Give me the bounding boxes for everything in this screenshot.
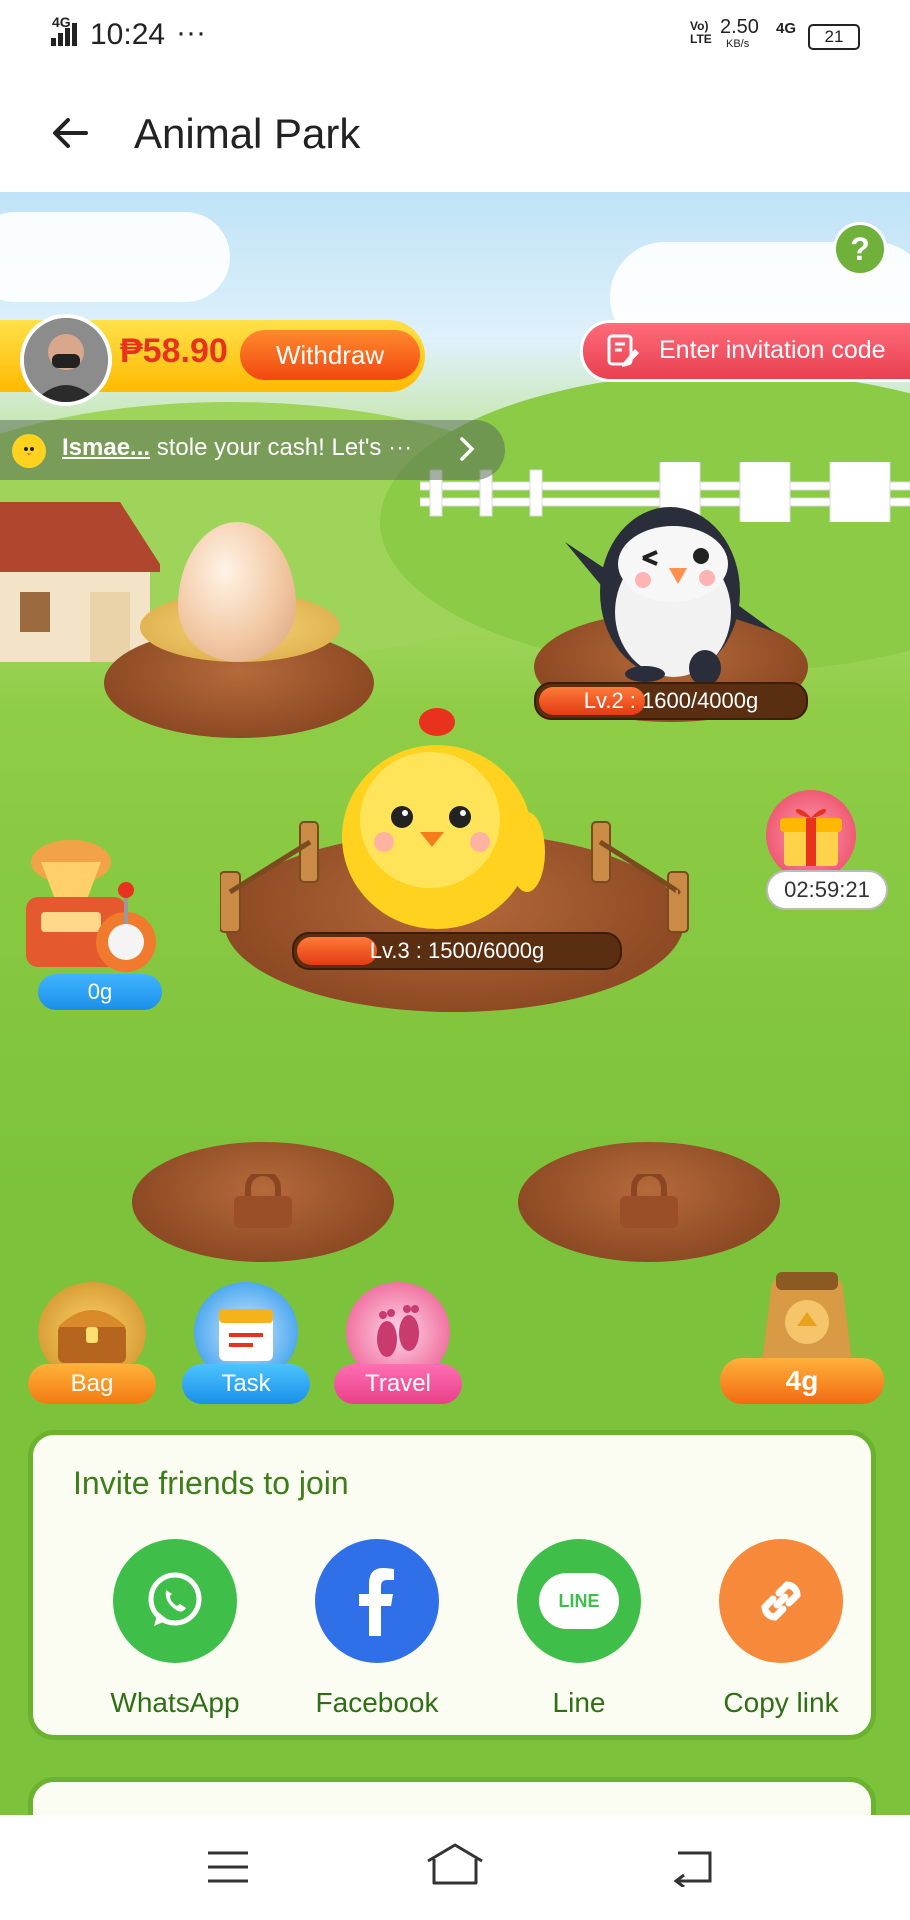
more-indicator: ··· — [176, 16, 206, 49]
game-scene: ? ₱58.90 Withdraw Enter invitation code … — [0, 192, 910, 1815]
feeder-amount: 0g — [38, 974, 162, 1010]
network-speed-unit: KB/s — [726, 38, 750, 50]
gift-timer: 02:59:21 — [766, 870, 888, 910]
notice-user-link[interactable]: Ismae... — [62, 434, 150, 461]
back-nav-icon[interactable] — [670, 1847, 716, 1892]
feeder-machine-icon[interactable] — [26, 832, 162, 987]
feed-bag-button[interactable]: 4g — [720, 1262, 886, 1404]
next-card-partial — [28, 1777, 876, 1815]
travel-button[interactable]: Travel — [334, 1282, 464, 1404]
locked-plot[interactable] — [518, 1142, 780, 1262]
task-button[interactable]: Task — [182, 1282, 312, 1404]
network-type-right: 4G — [776, 20, 797, 37]
status-bar: 4G 10:24 ··· Vo) LTE 2.50 KB/s 4G 21 — [0, 0, 910, 70]
share-facebook-button[interactable]: Facebook — [277, 1539, 477, 1719]
chick-progress-fill — [297, 937, 377, 965]
withdraw-button[interactable]: Withdraw — [240, 330, 420, 380]
network-speed: 2.50 — [720, 16, 759, 38]
penguin-icon[interactable] — [555, 492, 785, 687]
chick-level-text: Lv.3 : 1500/6000g — [369, 938, 545, 963]
facebook-icon — [315, 1539, 439, 1663]
edit-note-icon — [605, 333, 641, 374]
status-time: 10:24 — [90, 18, 166, 51]
locked-plot[interactable] — [132, 1142, 394, 1262]
home-icon[interactable] — [424, 1841, 486, 1892]
gift-box-icon[interactable] — [766, 790, 856, 880]
farmhouse-decoration — [0, 462, 165, 662]
bag-button[interactable]: Bag — [28, 1282, 158, 1404]
chick-icon[interactable] — [322, 702, 552, 937]
notice-banner[interactable]: Ismae... stole your cash! Let's ··· — [0, 420, 505, 480]
share-line-button[interactable]: LINE Line — [479, 1539, 679, 1719]
feed-sack-icon — [752, 1262, 862, 1372]
app-bar: Animal Park — [0, 70, 910, 192]
help-button[interactable]: ? — [833, 222, 887, 276]
penguin-level-bar: Lv.2 : 1600/4000g — [534, 682, 808, 720]
share-whatsapp-button[interactable]: WhatsApp — [75, 1539, 275, 1719]
page-title: Animal Park — [134, 110, 361, 157]
avatar[interactable] — [20, 314, 112, 406]
help-icon: ? — [850, 230, 870, 267]
cloud-decoration — [0, 212, 230, 302]
notice-text: stole your cash! Let's ··· — [150, 434, 413, 461]
whatsapp-icon — [113, 1539, 237, 1663]
lock-icon — [228, 1170, 298, 1235]
system-nav-bar — [0, 1815, 910, 1920]
cash-balance: ₱58.90 — [120, 332, 228, 370]
volte-badge: Vo) LTE — [690, 19, 712, 46]
back-arrow-icon[interactable] — [46, 108, 96, 158]
enter-invitation-code-button[interactable]: Enter invitation code — [580, 320, 910, 382]
penguin-level-text: Lv.2 : 1600/4000g — [583, 688, 759, 713]
chick-avatar-icon — [12, 434, 46, 468]
link-icon — [719, 1539, 843, 1663]
copy-link-button[interactable]: Copy link — [681, 1539, 881, 1719]
invite-card: Invite friends to join WhatsApp Facebook… — [28, 1430, 876, 1740]
battery-icon: 21 — [808, 24, 860, 50]
chevron-right-icon — [452, 434, 482, 469]
invite-title: Invite friends to join — [73, 1465, 349, 1501]
lock-icon — [614, 1170, 684, 1235]
chick-level-bar: Lv.3 : 1500/6000g — [292, 932, 622, 970]
menu-icon[interactable] — [206, 1849, 250, 1890]
line-icon: LINE — [517, 1539, 641, 1663]
network-type-left: 4G — [52, 14, 71, 30]
